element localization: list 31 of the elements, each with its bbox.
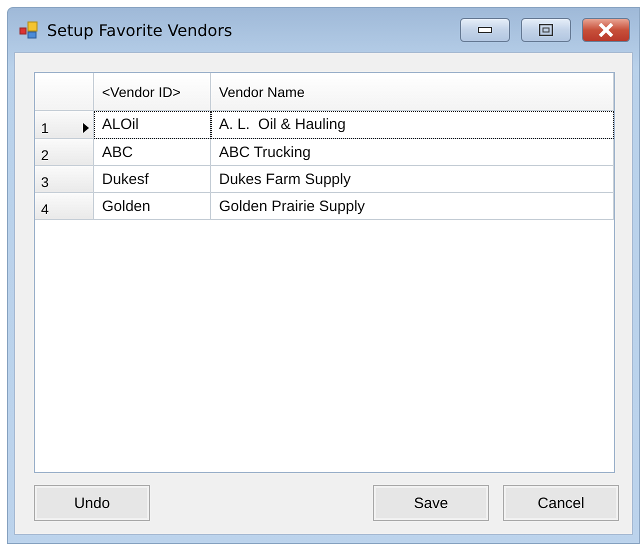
maximize-button[interactable] [521, 18, 571, 42]
row-header[interactable]: 1 [35, 111, 94, 139]
column-header[interactable]: <Vendor ID> [94, 73, 211, 111]
row-number: 3 [41, 174, 49, 190]
table-cell: Golden [94, 193, 211, 220]
table-cell: Dukes Farm Supply [211, 166, 614, 193]
table-cell: A. L. Oil & Hauling [211, 111, 614, 139]
table-cell: Golden Prairie Supply [211, 193, 614, 220]
row-number: 2 [41, 147, 49, 163]
table-cell: Dukesf [94, 166, 211, 193]
dialog-button[interactable]: Cancel [503, 485, 619, 521]
close-button[interactable] [582, 18, 630, 42]
window-title: Setup Favorite Vendors [47, 20, 234, 40]
table-cell: ABC Trucking [211, 139, 614, 166]
close-icon [598, 23, 614, 37]
current-row-icon [83, 123, 89, 133]
minimize-icon [478, 27, 492, 33]
dialog-button[interactable]: Undo [34, 485, 150, 521]
table-cell: ALOil [94, 111, 211, 139]
column-header[interactable]: Vendor Name [211, 73, 614, 111]
corner-header [35, 73, 94, 111]
maximize-icon [539, 24, 553, 36]
row-number: 4 [41, 201, 49, 217]
row-header[interactable]: 3 [35, 166, 94, 193]
table-cell: ABC [94, 139, 211, 166]
row-header[interactable]: 4 [35, 193, 94, 220]
app-icon [19, 20, 39, 40]
minimize-button[interactable] [460, 18, 510, 42]
dialog-button[interactable]: Save [373, 485, 489, 521]
row-header[interactable]: 2 [35, 139, 94, 166]
row-number: 1 [41, 120, 49, 136]
